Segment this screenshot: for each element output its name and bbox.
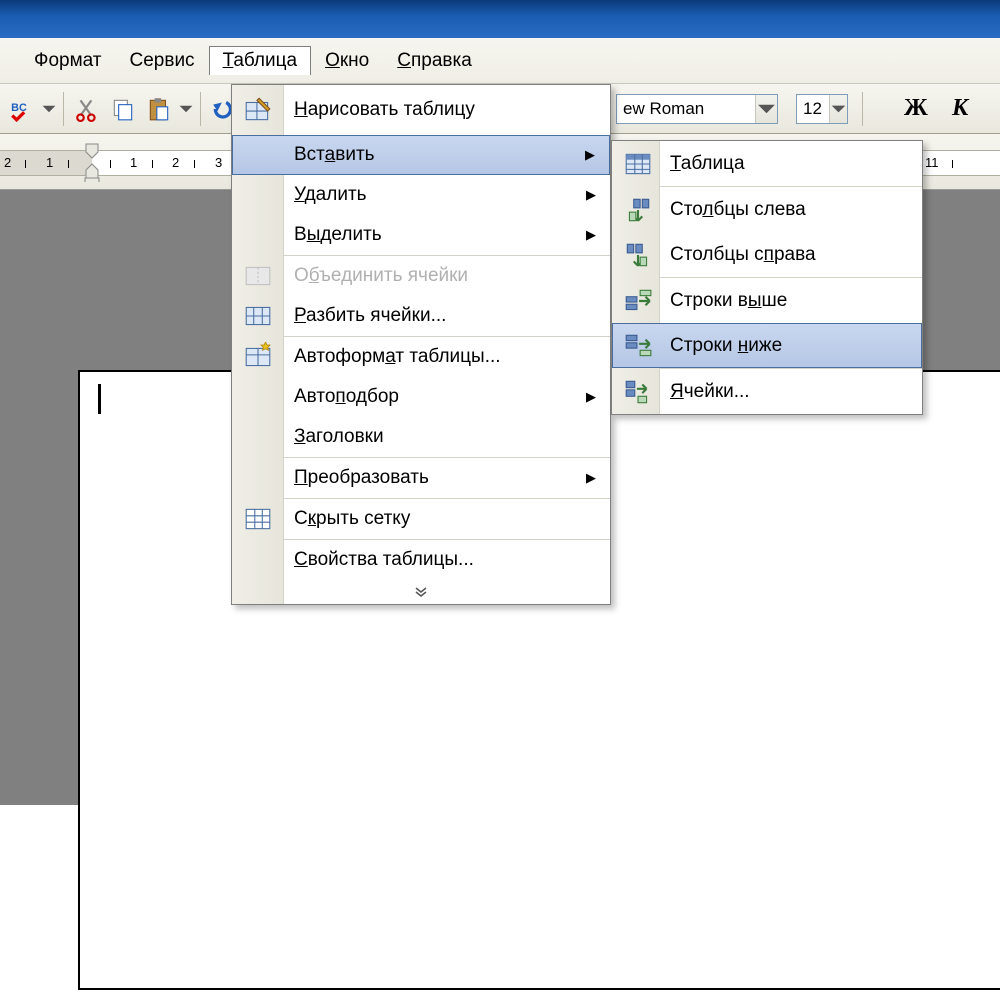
insert-submenu-item[interactable]: Ячейки... xyxy=(612,369,922,414)
menu-label: Столбцы слева xyxy=(670,199,806,221)
menu-label: Автоподбор xyxy=(294,386,399,408)
cut-button[interactable] xyxy=(70,92,104,126)
insert-submenu-item[interactable]: Таблица xyxy=(612,141,922,186)
table-menu-item[interactable]: Нарисовать таблицу xyxy=(232,85,610,135)
menu-label: Вставить xyxy=(294,144,375,166)
svg-text:BC: BC xyxy=(11,102,27,114)
table-menu-item[interactable]: Автоподбор ▶ xyxy=(232,377,610,417)
table-icon xyxy=(618,149,658,179)
italic-button[interactable]: К xyxy=(952,95,968,122)
font-select[interactable]: ew Roman xyxy=(616,94,778,124)
draw-table-icon xyxy=(238,95,278,125)
menu-label: Таблица xyxy=(670,153,745,175)
menu-label: Свойства таблицы... xyxy=(294,549,474,571)
menu-label: Скрыть сетку xyxy=(294,508,410,530)
chevron-down-icon[interactable] xyxy=(829,95,847,123)
table-menu-item[interactable]: Заголовки xyxy=(232,417,610,457)
menu-label: Нарисовать таблицу xyxy=(294,99,475,121)
title-bar xyxy=(0,0,1000,38)
expand-menu[interactable] xyxy=(232,580,610,604)
cols-right-icon xyxy=(618,240,658,270)
font-size: 12 xyxy=(803,99,822,119)
table-menu: Нарисовать таблицуВставить▶Удалить▶Выдел… xyxy=(231,84,611,605)
menu-label: Столбцы справа xyxy=(670,244,816,266)
cells-icon xyxy=(618,377,658,407)
table-menu-item[interactable]: Автоформат таблицы... xyxy=(232,337,610,377)
submenu-arrow-icon: ▶ xyxy=(585,147,595,163)
insert-submenu-item[interactable]: Строки выше xyxy=(612,278,922,323)
indent-marker-icon[interactable] xyxy=(80,142,104,182)
submenu-arrow-icon: ▶ xyxy=(586,389,596,405)
dropdown-arrow-icon[interactable] xyxy=(41,92,57,126)
split-icon xyxy=(238,301,278,331)
insert-submenu-item[interactable]: Строки ниже xyxy=(612,323,922,368)
table-menu-item[interactable]: Скрыть сетку xyxy=(232,499,610,539)
table-menu-item[interactable]: Преобразовать ▶ xyxy=(232,458,610,498)
table-menu-item: Объединить ячейки xyxy=(232,256,610,296)
text-cursor xyxy=(98,384,101,414)
rows-above-icon xyxy=(618,286,658,316)
submenu-arrow-icon: ▶ xyxy=(586,187,596,203)
menu-label: Строки выше xyxy=(670,290,787,312)
menu-label: Заголовки xyxy=(294,426,384,448)
table-menu-item[interactable]: Вставить ▶ xyxy=(232,135,610,175)
table-menu-item[interactable]: Выделить ▶ xyxy=(232,215,610,255)
menu-window[interactable]: Окно xyxy=(311,46,383,76)
table-menu-item[interactable]: Разбить ячейки... xyxy=(232,296,610,336)
insert-submenu-item[interactable]: Столбцы слева xyxy=(612,187,922,232)
menu-help[interactable]: Справка xyxy=(383,46,486,76)
menu-label: Разбить ячейки... xyxy=(294,305,446,327)
insert-submenu: Таблица Столбцы слева Столбцы справа Строки… xyxy=(611,140,923,415)
menu-label: Преобразовать xyxy=(294,467,429,489)
bold-button[interactable]: Ж xyxy=(904,95,928,122)
submenu-arrow-icon: ▶ xyxy=(586,470,596,486)
insert-submenu-item[interactable]: Столбцы справа xyxy=(612,232,922,277)
spellcheck-button[interactable]: BC xyxy=(5,92,39,126)
submenu-arrow-icon: ▶ xyxy=(586,227,596,243)
paste-button[interactable] xyxy=(142,92,176,126)
autoformat-icon xyxy=(238,342,278,372)
cols-left-icon xyxy=(618,195,658,225)
menu-table[interactable]: Таблица xyxy=(209,46,312,75)
menubar: Формат Сервис Таблица Окно Справка xyxy=(0,38,1000,84)
menu-label: Строки ниже xyxy=(670,335,782,357)
menu-label: Объединить ячейки xyxy=(294,265,468,287)
menu-label: Выделить xyxy=(294,224,382,246)
font-size-select[interactable]: 12 xyxy=(796,94,848,124)
dropdown-arrow-icon[interactable] xyxy=(178,92,194,126)
chevron-down-icon[interactable] xyxy=(755,95,777,123)
rows-below-icon xyxy=(618,331,658,361)
menu-label: Ячейки... xyxy=(670,381,750,403)
menu-label: Автоформат таблицы... xyxy=(294,346,501,368)
menu-format[interactable]: Формат xyxy=(20,46,116,76)
table-menu-item[interactable]: Свойства таблицы... xyxy=(232,540,610,580)
menu-label: Удалить xyxy=(294,184,367,206)
copy-button[interactable] xyxy=(106,92,140,126)
grid-icon xyxy=(238,504,278,534)
merge-icon xyxy=(238,261,278,291)
table-menu-item[interactable]: Удалить ▶ xyxy=(232,175,610,215)
font-name: ew Roman xyxy=(623,99,704,119)
menu-service[interactable]: Сервис xyxy=(116,46,209,76)
